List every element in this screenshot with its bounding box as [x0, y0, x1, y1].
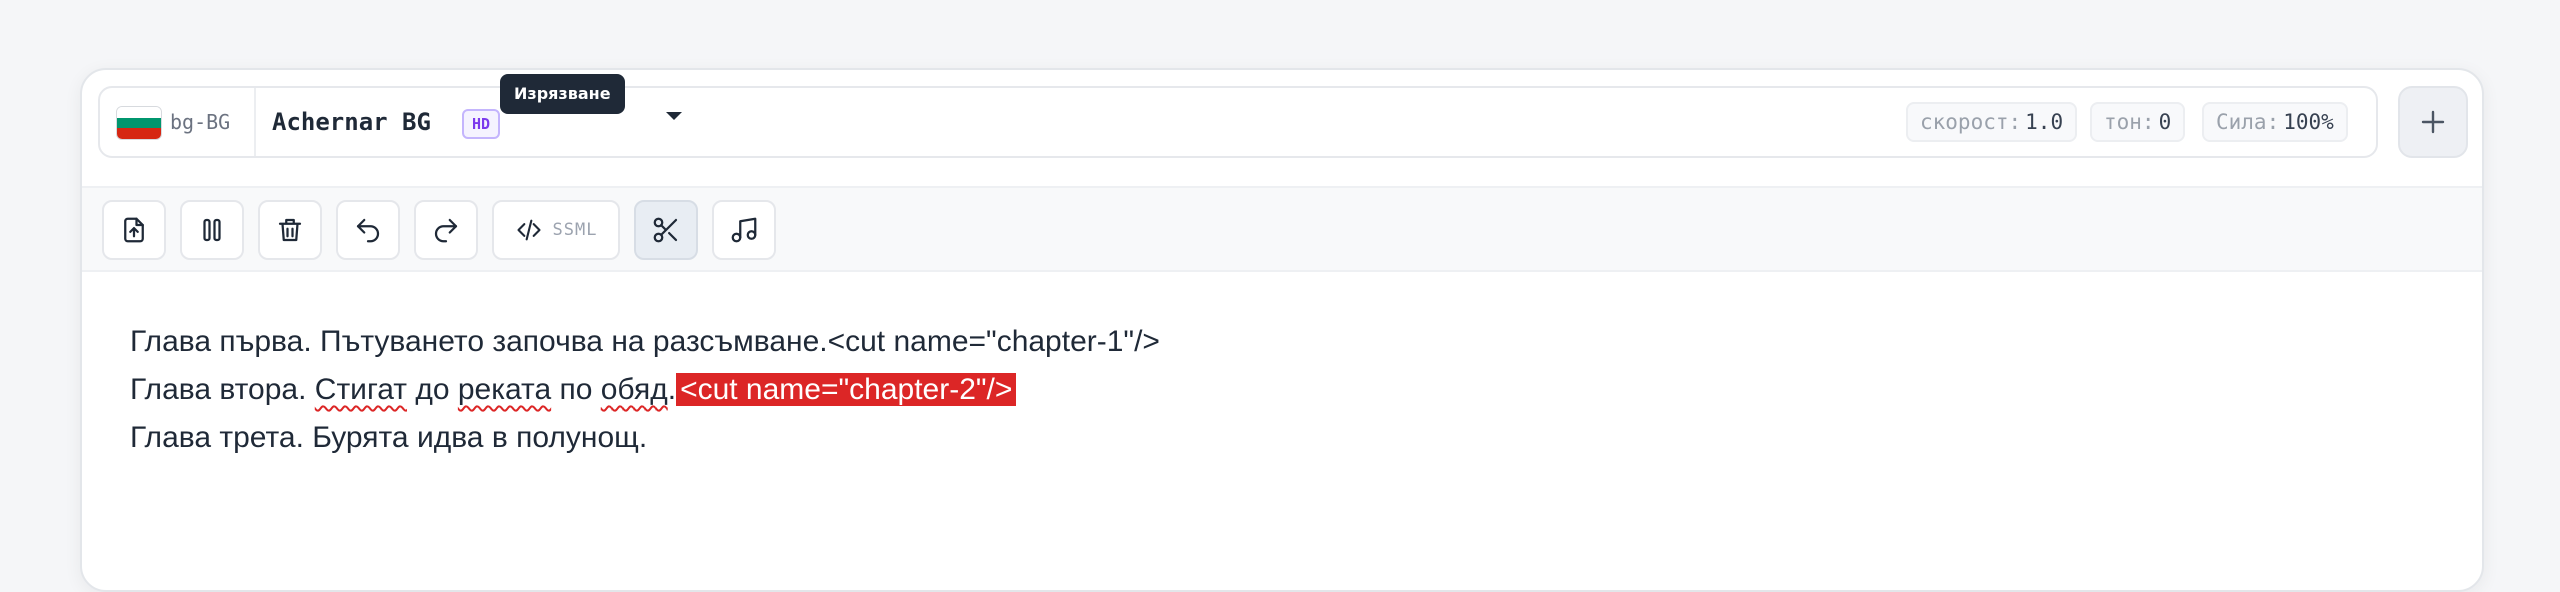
line-2-text: по: [551, 373, 601, 406]
hd-badge: HD: [462, 109, 501, 139]
bulgaria-flag-icon: [116, 106, 162, 140]
editor-line-1: Глава първа. Пътуването започва на разсъ…: [130, 325, 1160, 358]
file-upload-icon: [124, 217, 144, 243]
spellcheck-word: обяд: [600, 373, 668, 406]
language-selector[interactable]: bg-BG: [100, 88, 256, 156]
tooltip-arrow: [666, 112, 682, 120]
editor-line-2: Глава втора. Стигат до реката по обяд. <c…: [130, 366, 2430, 414]
spellcheck-word: Стигат: [314, 373, 407, 406]
redo-icon: [434, 218, 458, 243]
upload-file-button[interactable]: [102, 200, 166, 260]
audio-button[interactable]: [712, 200, 776, 260]
cut-button[interactable]: [634, 200, 698, 260]
voice-header: bg-BG Achernar BG HD скорост: 1.0 тон: 0…: [98, 86, 2378, 158]
pitch-label: тон:: [2104, 110, 2155, 134]
volume-label: Сила:: [2216, 110, 2280, 134]
speed-value: 1.0: [2025, 110, 2064, 134]
toolbar: SSML: [82, 186, 2482, 272]
language-code: bg-BG: [170, 110, 231, 134]
pause-icon: [203, 218, 221, 242]
spellcheck-word: реката: [457, 373, 552, 406]
speed-label: скорост:: [1920, 110, 2022, 134]
line-2-text: до: [407, 373, 458, 406]
delete-button[interactable]: [258, 200, 322, 260]
pause-button[interactable]: [180, 200, 244, 260]
scissors-icon: [653, 217, 678, 243]
ssml-label: SSML: [552, 220, 598, 240]
code-icon: [516, 219, 541, 241]
voice-name[interactable]: Achernar BG: [272, 108, 431, 136]
pitch-value: 0: [2158, 110, 2172, 134]
cut-tooltip: Изрязване: [500, 74, 625, 114]
volume-param[interactable]: Сила: 100%: [2202, 102, 2348, 142]
line-2-text: .: [667, 373, 677, 406]
add-voice-button[interactable]: [2398, 86, 2468, 158]
undo-button[interactable]: [336, 200, 400, 260]
plus-icon: [2421, 110, 2445, 134]
undo-icon: [356, 218, 380, 243]
music-note-icon: [731, 217, 757, 243]
speed-param[interactable]: скорост: 1.0: [1906, 102, 2078, 142]
trash-icon: [278, 218, 302, 242]
redo-button[interactable]: [414, 200, 478, 260]
editor-line-3: Глава трета. Бурята идва в полунощ.: [130, 421, 648, 454]
editor-card: bg-BG Achernar BG HD скорост: 1.0 тон: 0…: [80, 68, 2484, 592]
volume-value: 100%: [2283, 110, 2334, 134]
ssml-button[interactable]: SSML: [492, 200, 620, 260]
highlighted-cut-tag[interactable]: <cut name="chapter-2"/>: [676, 373, 1017, 406]
line-2-text: Глава втора.: [130, 373, 315, 406]
pitch-param[interactable]: тон: 0: [2090, 102, 2186, 142]
text-editor[interactable]: Глава първа. Пътуването започва на разсъ…: [130, 318, 2430, 462]
